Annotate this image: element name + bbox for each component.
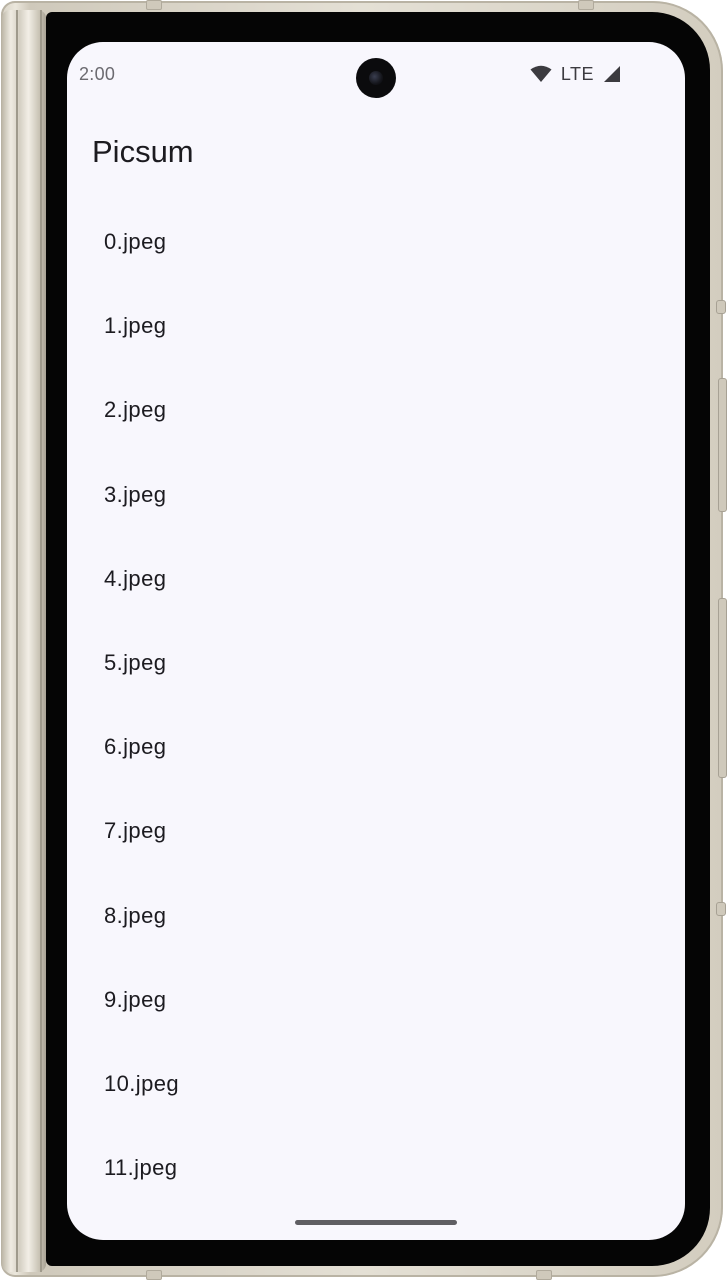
file-name: 2.jpeg xyxy=(104,397,167,423)
power-button[interactable] xyxy=(718,378,727,512)
side-sensor xyxy=(716,300,726,314)
file-name: 3.jpeg xyxy=(104,481,167,507)
front-camera xyxy=(356,58,396,98)
list-item[interactable]: 0.jpeg xyxy=(67,200,685,284)
device-frame: 2:00 LTE Picsum 0.jpeg 1.jpeg 2.jpeg 3.j… xyxy=(0,0,727,1280)
list-item[interactable]: 7.jpeg xyxy=(67,789,685,873)
hinge-line xyxy=(40,10,42,1272)
list-item[interactable]: 6.jpeg xyxy=(67,705,685,789)
file-name: 10.jpeg xyxy=(104,1070,179,1096)
status-bar: 2:00 LTE xyxy=(67,42,685,106)
file-name: 9.jpeg xyxy=(104,986,167,1012)
file-name: 5.jpeg xyxy=(104,650,167,676)
wifi-icon xyxy=(530,65,552,83)
side-sensor xyxy=(716,902,726,916)
gesture-nav-handle[interactable] xyxy=(295,1220,457,1225)
app-title: Picsum xyxy=(92,134,194,169)
file-name: 7.jpeg xyxy=(104,818,167,844)
file-name: 11.jpeg xyxy=(104,1155,178,1181)
top-notch xyxy=(578,0,594,10)
file-name: 0.jpeg xyxy=(104,229,167,255)
list-item[interactable]: 2.jpeg xyxy=(67,368,685,452)
list-item[interactable]: 9.jpeg xyxy=(67,958,685,1042)
file-name: 6.jpeg xyxy=(104,734,167,760)
hinge-line xyxy=(16,10,18,1272)
list-item[interactable]: 4.jpeg xyxy=(67,537,685,621)
file-name: 4.jpeg xyxy=(104,565,167,591)
list-item[interactable]: 10.jpeg xyxy=(67,1042,685,1126)
list-item[interactable]: 11.jpeg xyxy=(67,1126,685,1210)
top-notch xyxy=(146,0,162,10)
app-screen: 2:00 LTE Picsum 0.jpeg 1.jpeg 2.jpeg 3.j… xyxy=(67,42,685,1240)
status-time: 2:00 xyxy=(79,64,116,84)
file-name: 1.jpeg xyxy=(104,313,167,339)
volume-button[interactable] xyxy=(718,598,727,778)
list-item[interactable]: 1.jpeg xyxy=(67,284,685,368)
list-item[interactable]: 8.jpeg xyxy=(67,874,685,958)
status-icons: LTE xyxy=(530,62,621,86)
camera-lens xyxy=(369,71,383,85)
list-item[interactable]: 3.jpeg xyxy=(67,453,685,537)
file-list: 0.jpeg 1.jpeg 2.jpeg 3.jpeg 4.jpeg 5.jpe… xyxy=(67,200,685,1210)
bottom-notch xyxy=(146,1270,162,1280)
network-type-label: LTE xyxy=(560,63,594,84)
file-name: 8.jpeg xyxy=(104,902,167,928)
list-item[interactable]: 5.jpeg xyxy=(67,621,685,705)
bottom-notch xyxy=(536,1270,552,1280)
cell-signal-icon xyxy=(603,65,621,83)
